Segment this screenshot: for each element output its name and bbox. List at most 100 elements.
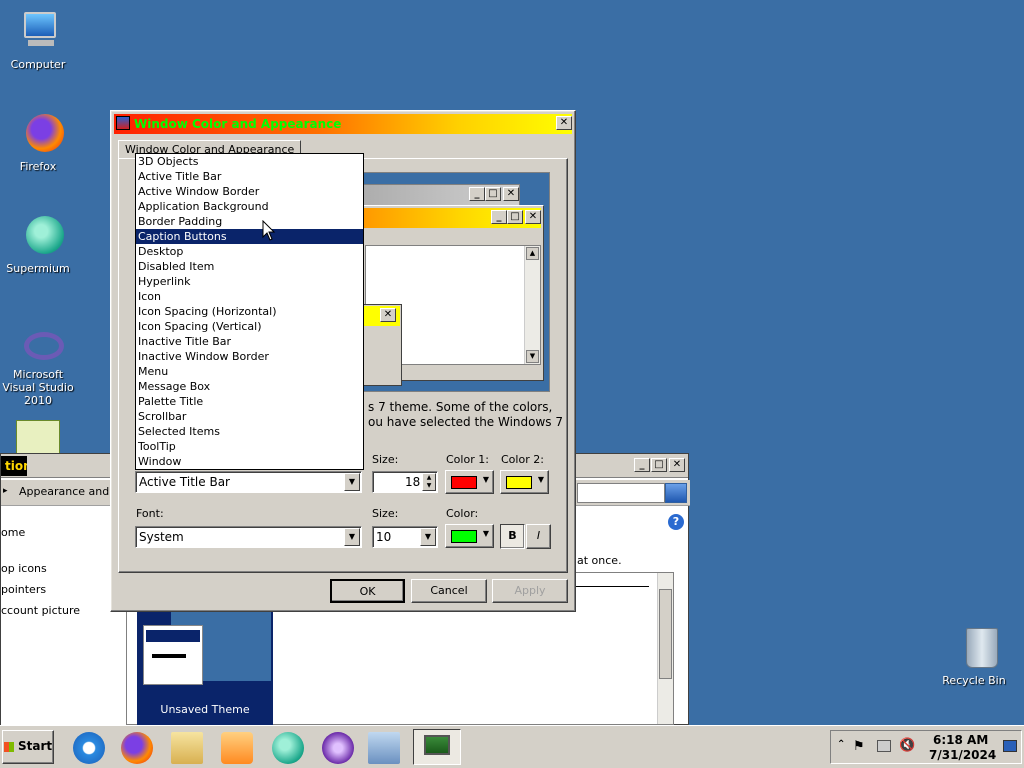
- desktop-icon-computer[interactable]: Computer: [0, 10, 76, 71]
- side-link-home[interactable]: ome: [1, 526, 25, 539]
- firefox-icon[interactable]: [121, 732, 153, 764]
- dialog-titlebar[interactable]: Window Color and Appearance ✕: [114, 114, 572, 134]
- dropdown-option[interactable]: Inactive Title Bar: [136, 334, 363, 349]
- item-dropdown-list[interactable]: 3D Objects Active Title Bar Active Windo…: [135, 153, 364, 470]
- desktop-icon-visual-studio[interactable]: Microsoft Visual Studio 2010: [0, 330, 76, 407]
- supermium-icon: [14, 214, 64, 258]
- cancel-button[interactable]: Cancel: [411, 579, 487, 603]
- maximize-button[interactable]: □: [651, 458, 667, 472]
- dropdown-option[interactable]: Desktop: [136, 244, 363, 259]
- flag-icon[interactable]: ⚑: [853, 739, 865, 754]
- dropdown-option[interactable]: ToolTip: [136, 439, 363, 454]
- dropdown-option-highlighted[interactable]: Caption Buttons: [136, 229, 363, 244]
- color1-button[interactable]: ▼: [445, 470, 494, 494]
- dropdown-option[interactable]: 3D Objects: [136, 154, 363, 169]
- tasks-pane: ome op icons pointers ccount picture: [1, 506, 126, 726]
- ok-button[interactable]: OK: [330, 579, 405, 603]
- italic-button[interactable]: I: [526, 524, 551, 549]
- computer-icon: [14, 10, 62, 54]
- chevron-down-icon[interactable]: ▼: [420, 528, 436, 546]
- dropdown-option[interactable]: Menu: [136, 364, 363, 379]
- font-color-swatch: [451, 530, 477, 543]
- control-panel-icon[interactable]: [368, 732, 400, 764]
- chevron-down-icon[interactable]: ▼: [344, 528, 360, 546]
- display-icon: [424, 735, 450, 755]
- dropdown-option[interactable]: Active Window Border: [136, 184, 363, 199]
- volume-muted-icon[interactable]: 🔇: [899, 738, 915, 753]
- chevron-up-icon[interactable]: ⌃: [837, 739, 845, 750]
- font-size-select[interactable]: 10 ▼: [372, 526, 438, 548]
- theme-item-unsaved[interactable]: Unsaved Theme: [137, 607, 273, 725]
- close-button[interactable]: ✕: [669, 458, 685, 472]
- dropdown-option[interactable]: Active Title Bar: [136, 169, 363, 184]
- desktop-icon-label: Microsoft Visual Studio 2010: [2, 368, 74, 407]
- supermium-icon[interactable]: [272, 732, 304, 764]
- description-text: at once.: [577, 554, 622, 567]
- network-icon[interactable]: [877, 740, 891, 752]
- media-player-icon[interactable]: [221, 732, 253, 764]
- dropdown-option[interactable]: Window: [136, 454, 363, 469]
- apply-button[interactable]: Apply: [492, 579, 568, 603]
- chevron-down-icon: ▼: [482, 529, 489, 538]
- dialog-icon: [116, 116, 130, 130]
- dropdown-option[interactable]: Border Padding: [136, 214, 363, 229]
- system-tray: ⌃ ⚑ 🔇 6:18 AM 7/31/2024: [830, 730, 1022, 764]
- file-explorer-icon[interactable]: [171, 732, 203, 764]
- color2-label: Color 2:: [501, 453, 544, 466]
- dropdown-option[interactable]: Palette Title: [136, 394, 363, 409]
- desktop-icon-label: Recycle Bin: [942, 674, 1006, 687]
- dialog-title: Window Color and Appearance: [134, 117, 342, 131]
- item-size-spinner[interactable]: 18 ▲ ▼: [372, 471, 438, 493]
- window-title: tion: [1, 456, 27, 476]
- desktop-icon-firefox[interactable]: Firefox: [0, 112, 76, 173]
- font-size-label: Size:: [372, 507, 399, 520]
- desktop-icon-recycle-bin[interactable]: Recycle Bin: [936, 626, 1012, 687]
- search-icon[interactable]: [665, 483, 687, 503]
- search-input[interactable]: [577, 483, 665, 503]
- dropdown-option[interactable]: Icon Spacing (Vertical): [136, 319, 363, 334]
- side-link-account-picture[interactable]: ccount picture: [1, 604, 80, 617]
- spinner-arrows-icon[interactable]: ▲ ▼: [422, 473, 436, 491]
- dropdown-option[interactable]: Disabled Item: [136, 259, 363, 274]
- internet-explorer-icon[interactable]: [73, 732, 105, 764]
- color2-button[interactable]: ▼: [500, 470, 549, 494]
- font-select[interactable]: System ▼: [135, 526, 362, 548]
- font-color-label: Color:: [446, 507, 479, 520]
- bold-button[interactable]: B: [500, 524, 525, 549]
- show-desktop-icon[interactable]: [1003, 740, 1017, 752]
- address-arrow-icon: ▸: [3, 486, 8, 496]
- color1-swatch: [451, 476, 477, 489]
- item-size-label: Size:: [372, 453, 399, 466]
- dropdown-option[interactable]: Selected Items: [136, 424, 363, 439]
- preview-desc-line-1: s 7 theme. Some of the colors,: [368, 400, 553, 414]
- dropdown-option[interactable]: Scrollbar: [136, 409, 363, 424]
- color2-swatch: [506, 476, 532, 489]
- font-color-button[interactable]: ▼: [445, 524, 494, 548]
- preview-inactive-window: _ □ ✕: [340, 184, 520, 206]
- taskbar-active-window[interactable]: [413, 729, 461, 765]
- dropdown-option[interactable]: Icon Spacing (Horizontal): [136, 304, 363, 319]
- side-link-mouse-pointers[interactable]: pointers: [1, 583, 46, 596]
- dropdown-option[interactable]: Inactive Window Border: [136, 349, 363, 364]
- dropdown-option[interactable]: Message Box: [136, 379, 363, 394]
- scrollbar[interactable]: [657, 573, 673, 724]
- chevron-down-icon[interactable]: ▼: [344, 473, 360, 491]
- start-button[interactable]: Start: [2, 730, 54, 764]
- clock-time[interactable]: 6:18 AM: [933, 733, 988, 747]
- app-icon[interactable]: [322, 732, 354, 764]
- desktop-icon-supermium[interactable]: Supermium: [0, 214, 76, 275]
- dialog-close-button[interactable]: ✕: [556, 116, 572, 130]
- notepad-icon[interactable]: [16, 420, 60, 454]
- preview-desc-line-2: ou have selected the Windows 7: [368, 415, 564, 429]
- clock-date[interactable]: 7/31/2024: [929, 748, 996, 762]
- windows-logo-icon: [3, 741, 14, 752]
- minimize-button[interactable]: _: [634, 458, 650, 472]
- visual-studio-icon: [14, 330, 64, 364]
- chevron-down-icon: ▼: [482, 475, 489, 484]
- dropdown-option[interactable]: Icon: [136, 289, 363, 304]
- item-select[interactable]: Active Title Bar ▼: [135, 471, 362, 493]
- dropdown-option[interactable]: Hyperlink: [136, 274, 363, 289]
- side-link-desktop-icons[interactable]: op icons: [1, 562, 47, 575]
- help-icon[interactable]: ?: [668, 514, 684, 530]
- dropdown-option[interactable]: Application Background: [136, 199, 363, 214]
